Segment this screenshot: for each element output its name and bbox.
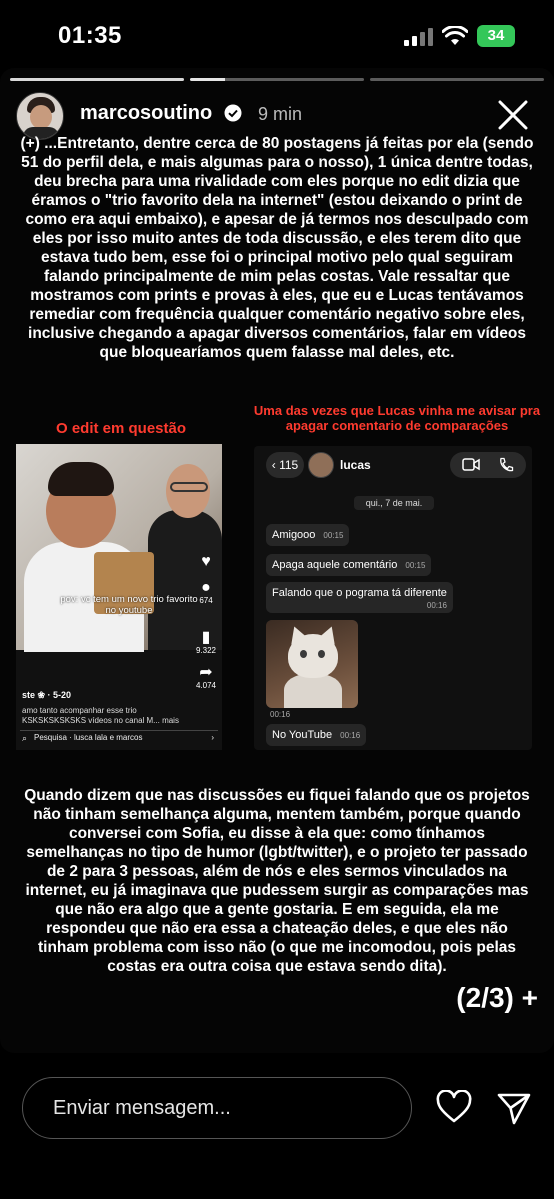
- chat-contact-name[interactable]: lucas: [340, 458, 371, 472]
- close-icon[interactable]: [496, 98, 530, 132]
- chat-message: Apaga aquele comentário 00:15: [266, 554, 432, 576]
- comment-icon[interactable]: ● 674: [192, 580, 220, 606]
- video-overlay-text: pov: vc tem um novo trio favorito no you…: [60, 594, 198, 616]
- chat-image-message[interactable]: [266, 620, 358, 708]
- send-icon[interactable]: [496, 1090, 532, 1126]
- status-bar: 01:35 34: [0, 0, 554, 70]
- story-username[interactable]: marcosoutino: [80, 102, 212, 125]
- story-viewer[interactable]: marcosoutino 9 min (+) ...Entretanto, de…: [0, 68, 554, 1053]
- phone-icon[interactable]: [498, 457, 514, 473]
- video-meta: ste ❀ · 5-20 amo tanto acompanhar esse t…: [22, 690, 198, 726]
- bookmark-icon[interactable]: ▮ 9.322: [192, 630, 220, 656]
- chevron-right-icon: ›: [211, 733, 214, 742]
- chat-image-time: 00:16: [270, 710, 291, 719]
- wifi-icon: [442, 26, 468, 45]
- progress-segment: [10, 78, 184, 81]
- chat-avatar[interactable]: [308, 452, 334, 478]
- page-count: (2/3) +: [456, 982, 538, 1013]
- search-icon: ⌕: [22, 733, 28, 743]
- chat-message: Amigooo 00:15: [266, 524, 350, 546]
- heart-icon[interactable]: [436, 1090, 472, 1124]
- chat-header: ‹ 115 lucas: [254, 446, 532, 486]
- video-frame: pov: vc tem um novo trio favorito no you…: [16, 444, 222, 652]
- verified-badge-icon: [224, 104, 242, 122]
- chat-back-button[interactable]: ‹ 115: [266, 452, 304, 478]
- story-text-top: (+) ...Entretanto, dentre cerca de 80 po…: [20, 135, 534, 361]
- post-time: 9 min: [258, 104, 303, 124]
- share-icon[interactable]: ➦ 4.074: [192, 665, 220, 691]
- cellular-signal-icon: [404, 28, 434, 46]
- video-user: ste ❀ · 5-20: [22, 690, 72, 700]
- caption-chat: Uma das vezes que Lucas vinha me avisar …: [253, 403, 541, 433]
- chat-message: Falando que o pograma tá diferente 00:16: [266, 582, 453, 613]
- story-progress: [10, 78, 544, 81]
- message-input-placeholder: Enviar mensagem...: [53, 1097, 231, 1119]
- video-description: amo tanto acompanhar esse trio KSKSKSKSK…: [22, 706, 179, 725]
- cat-photo: [266, 620, 358, 708]
- chat-screenshot: ‹ 115 lucas qui., 7 de mai. Amigooo 00:15…: [254, 446, 532, 750]
- story-text-bottom: Quando dizem que nas discussões eu fique…: [24, 787, 530, 975]
- video-actions: ♥ ● 674: [192, 554, 220, 615]
- chat-date: qui., 7 de mai.: [354, 496, 434, 510]
- chat-message: No YouTube 00:16: [266, 724, 367, 746]
- message-input[interactable]: Enviar mensagem...: [22, 1077, 412, 1139]
- battery-indicator: 34: [477, 25, 515, 47]
- progress-segment: [190, 78, 364, 81]
- caption-edit: O edit em questão: [55, 420, 187, 437]
- video-call-icon[interactable]: [462, 458, 480, 471]
- edit-screenshot: pov: vc tem um novo trio favorito no you…: [16, 444, 222, 750]
- call-actions: [450, 452, 526, 478]
- avatar[interactable]: [16, 92, 64, 140]
- video-search-bar[interactable]: ⌕ Pesquisa · lusca lala e marcos ›: [20, 730, 218, 744]
- story-header: marcosoutino 9 min: [16, 92, 538, 140]
- like-icon[interactable]: ♥: [192, 554, 220, 570]
- progress-segment: [370, 78, 544, 81]
- status-time: 01:35: [58, 22, 122, 49]
